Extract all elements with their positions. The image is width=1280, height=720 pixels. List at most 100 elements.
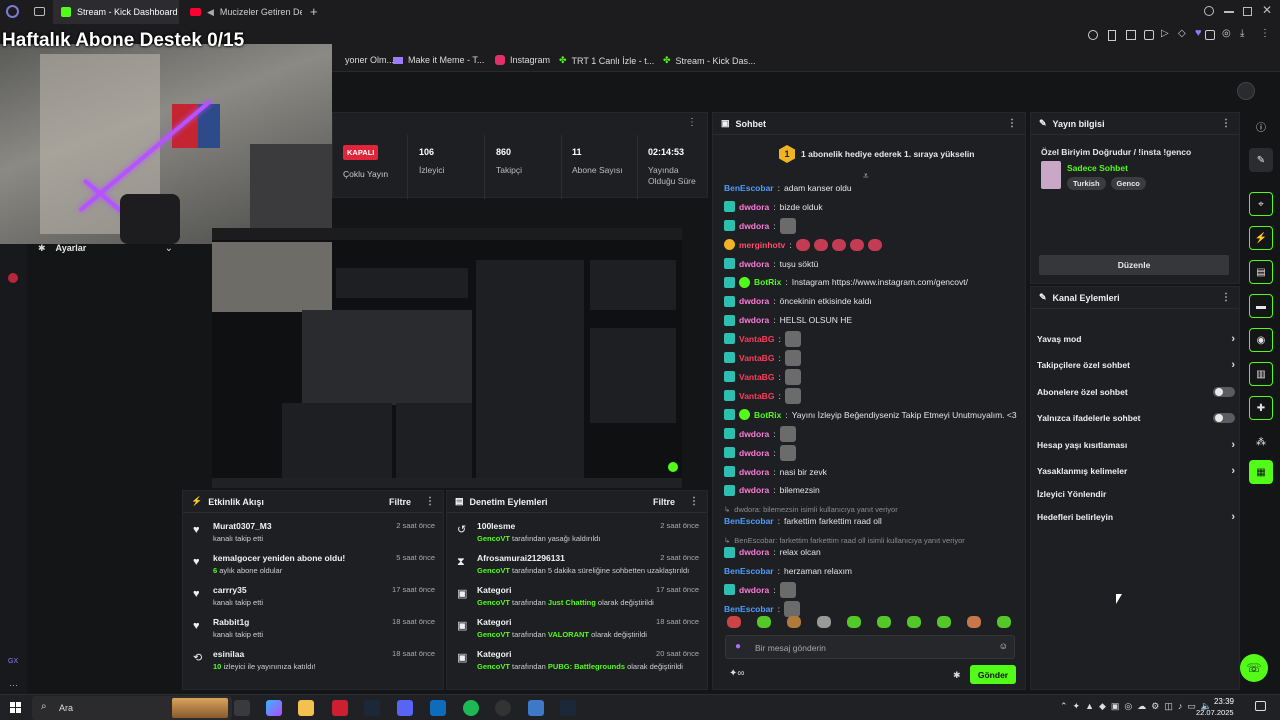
send-button[interactable]: Gönder — [970, 665, 1016, 684]
bookmark-kick[interactable]: ✤ Stream - Kick Das... — [663, 55, 756, 66]
chat-username[interactable]: VantaBG — [739, 353, 774, 363]
moderation-menu-icon[interactable]: ⋮ — [689, 496, 699, 507]
chat-message[interactable]: dwdora: nasi bir zevk — [724, 465, 827, 479]
tab-group-icon[interactable] — [34, 7, 45, 16]
emote-image[interactable] — [779, 444, 796, 461]
emote-image[interactable] — [813, 238, 828, 251]
flash-icon[interactable]: ⚡ — [1249, 226, 1273, 250]
steam-icon[interactable] — [560, 700, 576, 716]
pin-icon[interactable] — [1108, 30, 1116, 41]
chat-username[interactable]: dwdora — [739, 485, 769, 495]
chat-username[interactable]: BotRix — [754, 277, 781, 287]
steam-icon[interactable] — [364, 700, 380, 716]
emote-shortcut[interactable] — [817, 616, 831, 628]
emote-image[interactable] — [784, 387, 801, 404]
gx-icon[interactable]: GX — [8, 658, 18, 665]
channel-action-item[interactable]: Abonelere özel sohbet — [1037, 382, 1235, 402]
chat-username[interactable]: VantaBG — [739, 391, 774, 401]
chat-users-icon[interactable]: ✦∞ — [729, 668, 745, 679]
activity-item[interactable]: ⟲ esinilaa 10 izleyici ile yayınınıza katı… — [183, 645, 443, 677]
obs-icon[interactable] — [495, 700, 511, 716]
close-icon[interactable]: ✕ — [1262, 3, 1272, 17]
chat-username[interactable]: dwdora — [739, 467, 769, 477]
channel-action-item[interactable]: Hesap yaşı kısıtlaması › — [1037, 435, 1235, 455]
chat-message[interactable]: VantaBG: — [724, 349, 801, 366]
chat-username[interactable]: dwdora — [739, 315, 769, 325]
chat-message[interactable]: dwdora: — [724, 217, 796, 234]
discord-icon[interactable] — [397, 700, 413, 716]
emote-shortcut[interactable] — [877, 616, 891, 628]
emote-shortcut[interactable] — [937, 616, 951, 628]
download-icon[interactable]: ⤓ — [1240, 28, 1244, 39]
chat-input[interactable]: ● Bir mesaj gönderin ☺ — [725, 635, 1015, 659]
stream-info-menu-icon[interactable]: ⋮ — [1221, 118, 1231, 129]
shield-icon[interactable]: ◇ — [1178, 28, 1186, 39]
activity-item[interactable]: ♥ Murat0307_M3 kanalı takip etti 2 saat önc… — [183, 517, 443, 549]
chat-settings-icon[interactable]: ✱ — [953, 670, 961, 681]
activity-icon[interactable]: ▦ — [1249, 460, 1273, 484]
task-view-icon[interactable] — [234, 700, 250, 716]
moderator-name[interactable]: GencoVT — [477, 534, 510, 543]
moderation-item[interactable]: ▣ Kategori GencoVT tarafından Just Chattin… — [447, 581, 707, 613]
system-tray-icons[interactable]: ⌃✦▲◆▣◎☁⚙◫♪▭🔈 — [1060, 701, 1217, 712]
chat-username[interactable]: dwdora — [739, 221, 769, 231]
puzzle-icon[interactable] — [1205, 30, 1215, 40]
moderation-filter-button[interactable]: Filtre — [653, 497, 675, 507]
user-avatar[interactable] — [1237, 82, 1255, 100]
support-button[interactable]: ☏ — [1240, 654, 1268, 682]
chat-message[interactable]: VantaBG: — [724, 387, 801, 404]
emote-shortcut[interactable] — [907, 616, 921, 628]
tab-youtube[interactable]: ◀ Mucizeler Getiren De — [182, 0, 302, 24]
chat-message[interactable]: dwdora: — [724, 444, 796, 461]
file-explorer-icon[interactable] — [298, 700, 314, 716]
emote-image[interactable] — [867, 238, 882, 251]
channel-action-item[interactable]: İzleyici Yönlendir — [1037, 484, 1235, 504]
emote-shortcut[interactable] — [757, 616, 771, 628]
emote-image[interactable] — [783, 600, 800, 617]
heart-icon[interactable]: ♥ — [1195, 27, 1202, 39]
taskbar-search[interactable]: ⌕ Ara — [32, 696, 232, 720]
activity-item[interactable]: ♥ kemalgocer yeniden abone oldu! 6 aylık a… — [183, 549, 443, 581]
chat-message[interactable]: BenEscobar: adam kanser oldu — [724, 181, 852, 195]
stats-menu-icon[interactable]: ⋮ — [687, 117, 697, 128]
emote-image[interactable] — [779, 425, 796, 442]
moderator-name[interactable]: GencoVT — [477, 630, 510, 639]
bookmark-item[interactable]: yoner Olm... — [345, 55, 394, 65]
windows-start-icon[interactable] — [10, 702, 21, 713]
chat-message[interactable]: dwdora: bizde olduk — [724, 200, 823, 214]
share-icon[interactable]: ⁂ — [1249, 430, 1273, 454]
chat-username[interactable]: merginhotv — [739, 240, 785, 250]
moderation-item[interactable]: ▣ Kategori GencoVT tarafından PUBG: Battle… — [447, 645, 707, 677]
channel-action-item[interactable]: Yasaklanmış kelimeler › — [1037, 461, 1235, 481]
chat-bubble-icon[interactable]: ▬ — [1249, 294, 1273, 318]
chat-message[interactable]: merginhotv: — [724, 238, 882, 252]
activity-item[interactable]: ♥ Rabbit1g kanalı takip etti 18 saat önce — [183, 613, 443, 645]
minimize-icon[interactable] — [1224, 11, 1234, 13]
chat-message[interactable]: dwdora: — [724, 425, 796, 442]
emote-image[interactable] — [784, 330, 801, 347]
opera-gx-icon[interactable] — [332, 700, 348, 716]
chat-message[interactable]: BenEscobar: farkettim farkettim raad oll — [724, 514, 882, 528]
emote-shortcut[interactable] — [727, 616, 741, 628]
outlook-icon[interactable] — [430, 700, 446, 716]
chat-username[interactable]: dwdora — [739, 448, 769, 458]
channel-action-item[interactable]: Yalnızca ifadelerle sohbet — [1037, 408, 1235, 428]
tab-kick-dashboard[interactable]: Stream - Kick Dashboard — [53, 0, 179, 24]
chat-message[interactable]: dwdora: — [724, 581, 796, 598]
screenshot-icon[interactable] — [1126, 30, 1136, 40]
chat-message[interactable]: BotRix: Yayını İzleyip Beğendiyseniz Taki… — [724, 408, 1017, 422]
chat-username[interactable]: dwdora — [739, 547, 769, 557]
spotify-icon[interactable] — [463, 700, 479, 716]
chat-username[interactable]: dwdora — [739, 202, 769, 212]
channel-action-item[interactable]: Hedefleri belirleyin › — [1037, 507, 1235, 527]
toggle-switch[interactable] — [1213, 413, 1235, 423]
bookmark-trt[interactable]: ✤ TRT 1 Canlı İzle - t... — [559, 55, 654, 66]
copilot-icon[interactable] — [266, 700, 282, 716]
emote-shortcut[interactable] — [847, 616, 861, 628]
fullscreen-icon[interactable]: ⌖ — [1249, 192, 1273, 216]
play-icon[interactable]: ▷ — [1161, 28, 1169, 39]
tag[interactable]: Turkish — [1067, 177, 1106, 190]
chat-username[interactable]: BenEscobar — [724, 183, 774, 193]
tag[interactable]: Genco — [1110, 177, 1146, 190]
chat-username[interactable]: VantaBG — [739, 334, 774, 344]
